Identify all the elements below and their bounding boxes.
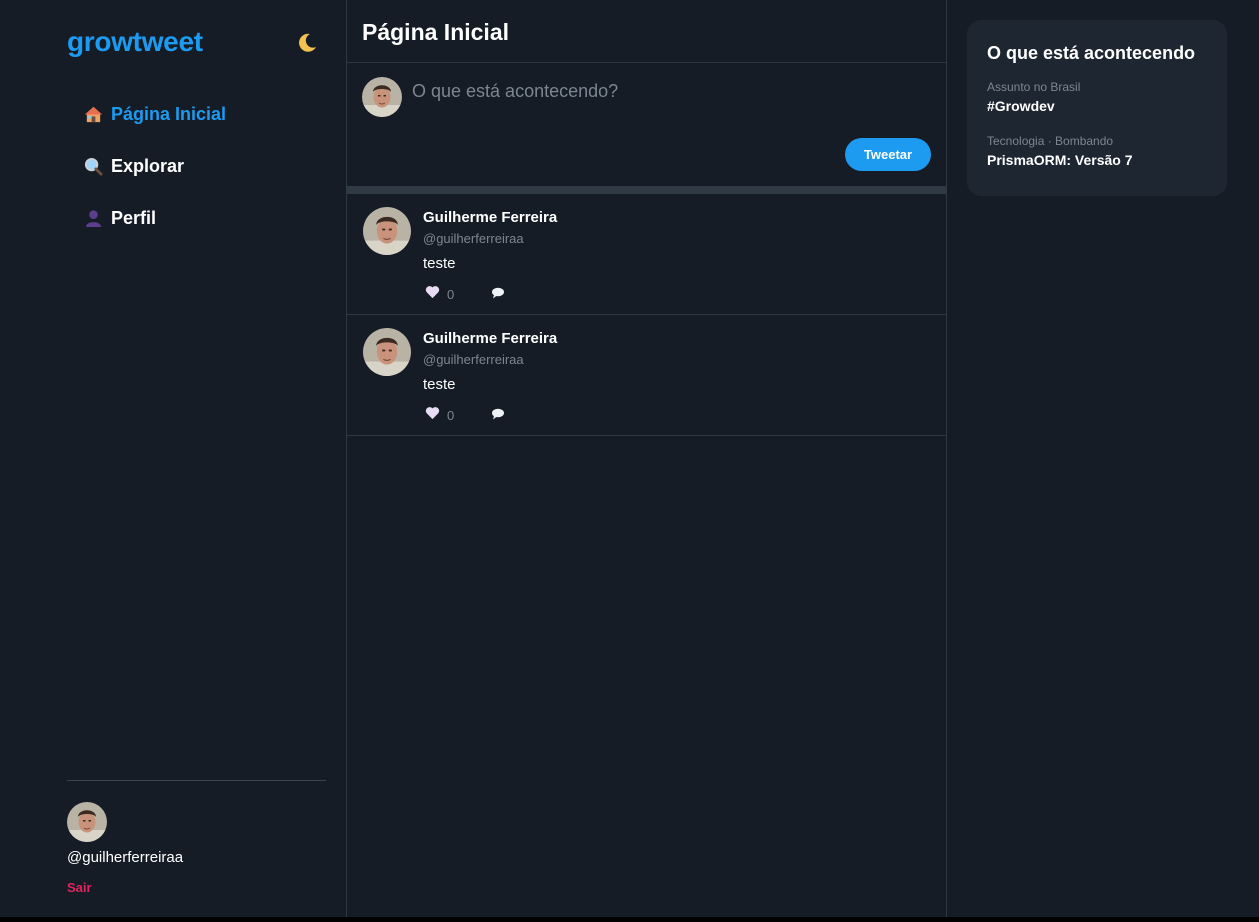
heart-icon <box>425 406 440 425</box>
tweet-text: teste <box>423 376 456 393</box>
window-bottom-edge <box>0 917 1259 922</box>
trend-category: Assunto no Brasil <box>987 80 1081 94</box>
like-button[interactable]: 0 <box>425 406 491 425</box>
user-silhouette-icon <box>84 209 103 228</box>
tweet-author-name[interactable]: Guilherme Ferreira <box>423 330 557 347</box>
avatar[interactable] <box>363 328 411 376</box>
heart-icon <box>425 285 440 304</box>
tweet-author-handle: @guilherferreiraa <box>423 231 524 246</box>
trends-title: O que está acontecendo <box>987 43 1196 63</box>
crescent-moon-icon[interactable] <box>295 31 319 55</box>
like-count: 0 <box>447 287 455 302</box>
app-window: growtweet Página Inicial Explorar Perfil… <box>0 0 1259 922</box>
sidebar-divider <box>67 780 326 781</box>
like-count: 0 <box>447 408 455 423</box>
sidebar-item-label: Perfil <box>111 207 157 228</box>
trend-name: #Growdev <box>987 98 1055 114</box>
trend-category: Tecnologia · Bombando <box>987 134 1114 148</box>
trend-name: PrismaORM: Versão 7 <box>987 152 1133 168</box>
avatar <box>362 77 402 117</box>
sidebar: growtweet Página Inicial Explorar Perfil… <box>0 0 346 917</box>
comment-button[interactable] <box>491 407 505 425</box>
trends-panel: O que está acontecendo Assunto no Brasil… <box>967 20 1227 196</box>
magnifier-icon <box>84 157 103 176</box>
sidebar-item-explore[interactable]: Explorar <box>84 153 184 179</box>
trend-item[interactable]: Tecnologia · Bombando PrismaORM: Versão … <box>987 134 1207 168</box>
tweet-card: Guilherme Ferreira @guilherferreiraa tes… <box>347 194 946 315</box>
sidebar-item-profile[interactable]: Perfil <box>84 205 156 231</box>
avatar[interactable] <box>363 207 411 255</box>
tweet-author-name[interactable]: Guilherme Ferreira <box>423 209 557 226</box>
tweet-card: Guilherme Ferreira @guilherferreiraa tes… <box>347 315 946 436</box>
current-user-handle: @guilherferreiraa <box>67 849 184 866</box>
tweet-text: teste <box>423 255 456 272</box>
trend-item[interactable]: Assunto no Brasil #Growdev <box>987 80 1207 114</box>
page-title: Página Inicial <box>362 19 509 45</box>
house-icon <box>84 105 103 124</box>
speech-bubble-icon <box>491 286 505 304</box>
avatar[interactable] <box>67 802 107 842</box>
speech-bubble-icon <box>491 407 505 425</box>
like-button[interactable]: 0 <box>425 285 491 304</box>
tweet-author-handle: @guilherferreiraa <box>423 352 524 367</box>
logout-button[interactable]: Sair <box>67 880 92 895</box>
feed-header: Página Inicial <box>347 0 946 63</box>
app-logo[interactable]: growtweet <box>67 26 203 58</box>
sidebar-item-home[interactable]: Página Inicial <box>84 101 226 127</box>
tweet-composer: Tweetar <box>347 63 946 186</box>
tweet-actions: 0 <box>425 285 505 304</box>
tweet-actions: 0 <box>425 406 505 425</box>
sidebar-item-label: Página Inicial <box>111 103 227 124</box>
comment-button[interactable] <box>491 286 505 304</box>
main-feed: Página Inicial Tweet <box>346 0 947 917</box>
composer-separator <box>347 186 946 194</box>
sidebar-item-label: Explorar <box>111 155 185 176</box>
tweet-input[interactable] <box>412 77 932 105</box>
tweet-button[interactable]: Tweetar <box>845 138 931 171</box>
